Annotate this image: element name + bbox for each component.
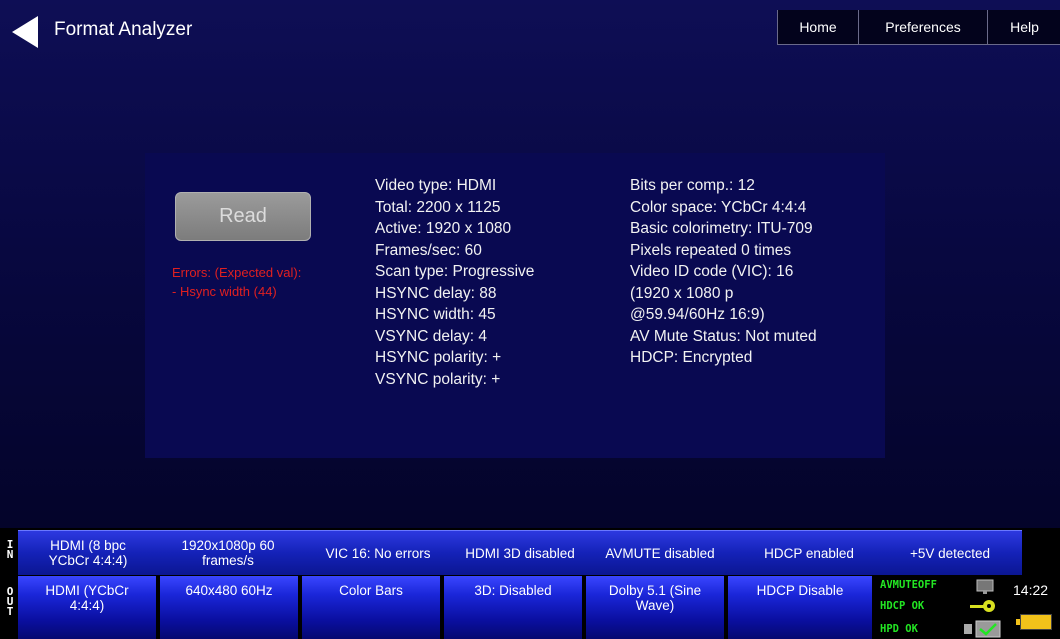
hsync-delay: HSYNC delay: 88 [375, 284, 497, 302]
frames-per-sec: Frames/sec: 60 [375, 241, 482, 259]
vic-rate: @59.94/60Hz 16:9) [630, 306, 765, 323]
title-bar: Format Analyzer Home Preferences Help [0, 0, 1060, 58]
vsync-polarity: VSYNC polarity: + [375, 370, 501, 388]
video-type: Video type: HDMI [375, 177, 497, 194]
in-item-line: HDMI (8 bpc [50, 538, 126, 553]
vic-code: Video ID code (VIC): 16 [630, 263, 794, 280]
scan-type: Scan type: Progressive [375, 263, 535, 280]
in-item-line: 1920x1080p 60 [181, 538, 275, 553]
hsync-width: HSYNC width: 45 [375, 306, 496, 323]
out-label-text: OUT [6, 585, 14, 618]
key-icon [970, 600, 995, 612]
avmute-status: AVMUTEOFF [880, 579, 937, 591]
in-5v-status: +5V detected [910, 545, 990, 561]
in-hdcp-status: HDCP enabled [764, 545, 854, 561]
out-3d-button[interactable]: 3D: Disabled [444, 576, 584, 639]
hdcp-ok-status: HDCP OK [880, 600, 925, 612]
main-area: Format Analyzer Home Preferences Help Re… [0, 0, 1060, 528]
back-arrow-icon[interactable] [12, 16, 40, 48]
out-item-line: HDMI (YCbCr [45, 583, 129, 598]
hpd-connector-icon [964, 620, 1001, 638]
input-status-bar: HDMI (8 bpc YCbCr 4:4:4) 1920x1080p 60 fra… [18, 530, 1022, 575]
hsync-polarity: HSYNC polarity: + [375, 349, 502, 366]
monitor-icon [976, 579, 994, 594]
out-item-line: Wave) [635, 598, 675, 613]
out-hdcp-button[interactable]: HDCP Disable [728, 576, 874, 639]
error-item: - Hsync width (44) [172, 284, 277, 299]
in-vic-status: VIC 16: No errors [325, 545, 431, 561]
in-timing: 1920x1080p 60 frames/s [158, 531, 298, 575]
page-title: Format Analyzer [54, 19, 193, 40]
active-resolution: Active: 1920 x 1080 [375, 220, 512, 237]
hpd-ok-status: HPD OK [880, 623, 918, 635]
in-avmute-status: AVMUTE disabled [605, 545, 715, 561]
tab-preferences[interactable]: Preferences [858, 10, 987, 45]
error-list: Errors: (Expected val): - Hsync width (4… [172, 263, 347, 301]
error-title: Errors: (Expected val): [172, 265, 302, 280]
output-control-bar: HDMI (YCbCr 4:4:4) 640x480 60Hz Color Bar… [18, 576, 874, 639]
output-status-panel: AVMUTEOFF HDCP OK HPD OK [876, 576, 1006, 639]
hdcp-status: HDCP: Encrypted [630, 349, 753, 366]
vic-resolution: (1920 x 1080 p [630, 284, 734, 302]
out-image-button[interactable]: Color Bars [302, 576, 442, 639]
out-audio-button[interactable]: Dolby 5.1 (Sine Wave) [586, 576, 726, 639]
in-label-text: IN [6, 538, 14, 561]
clock: 14:22 [1013, 582, 1049, 598]
in-label: IN [4, 538, 16, 561]
read-button[interactable]: Read [175, 192, 311, 241]
vsync-delay: VSYNC delay: 4 [375, 327, 487, 345]
battery-icon [1016, 614, 1052, 630]
in-signal-type: HDMI (8 bpc YCbCr 4:4:4) [18, 531, 158, 575]
pixels-repeated: Pixels repeated 0 times [630, 241, 792, 259]
out-label: OUT [4, 585, 16, 618]
av-mute-status: AV Mute Status: Not muted [630, 327, 817, 345]
out-item-line: Dolby 5.1 (Sine [608, 583, 702, 598]
tab-help[interactable]: Help [987, 10, 1060, 45]
video-info-right: Bits per comp.: 12 Color space: YCbCr 4:… [630, 175, 817, 369]
video-info-left: Video type: HDMI Total: 2200 x 1125 Acti… [375, 175, 534, 390]
tab-home[interactable]: Home [777, 10, 858, 45]
out-item-line: 4:4:4) [69, 598, 105, 613]
total-resolution: Total: 2200 x 1125 [375, 198, 501, 216]
in-3d-status: HDMI 3D disabled [465, 545, 575, 561]
colorimetry: Basic colorimetry: ITU-709 [630, 220, 813, 237]
color-space: Color space: YCbCr 4:4:4 [630, 198, 807, 216]
out-timing-button[interactable]: 640x480 60Hz [160, 576, 300, 639]
in-item-line: frames/s [202, 553, 254, 568]
in-item-line: YCbCr 4:4:4) [48, 553, 128, 568]
out-interface-button[interactable]: HDMI (YCbCr 4:4:4) [18, 576, 158, 639]
bits-per-comp: Bits per comp.: 12 [630, 177, 755, 194]
